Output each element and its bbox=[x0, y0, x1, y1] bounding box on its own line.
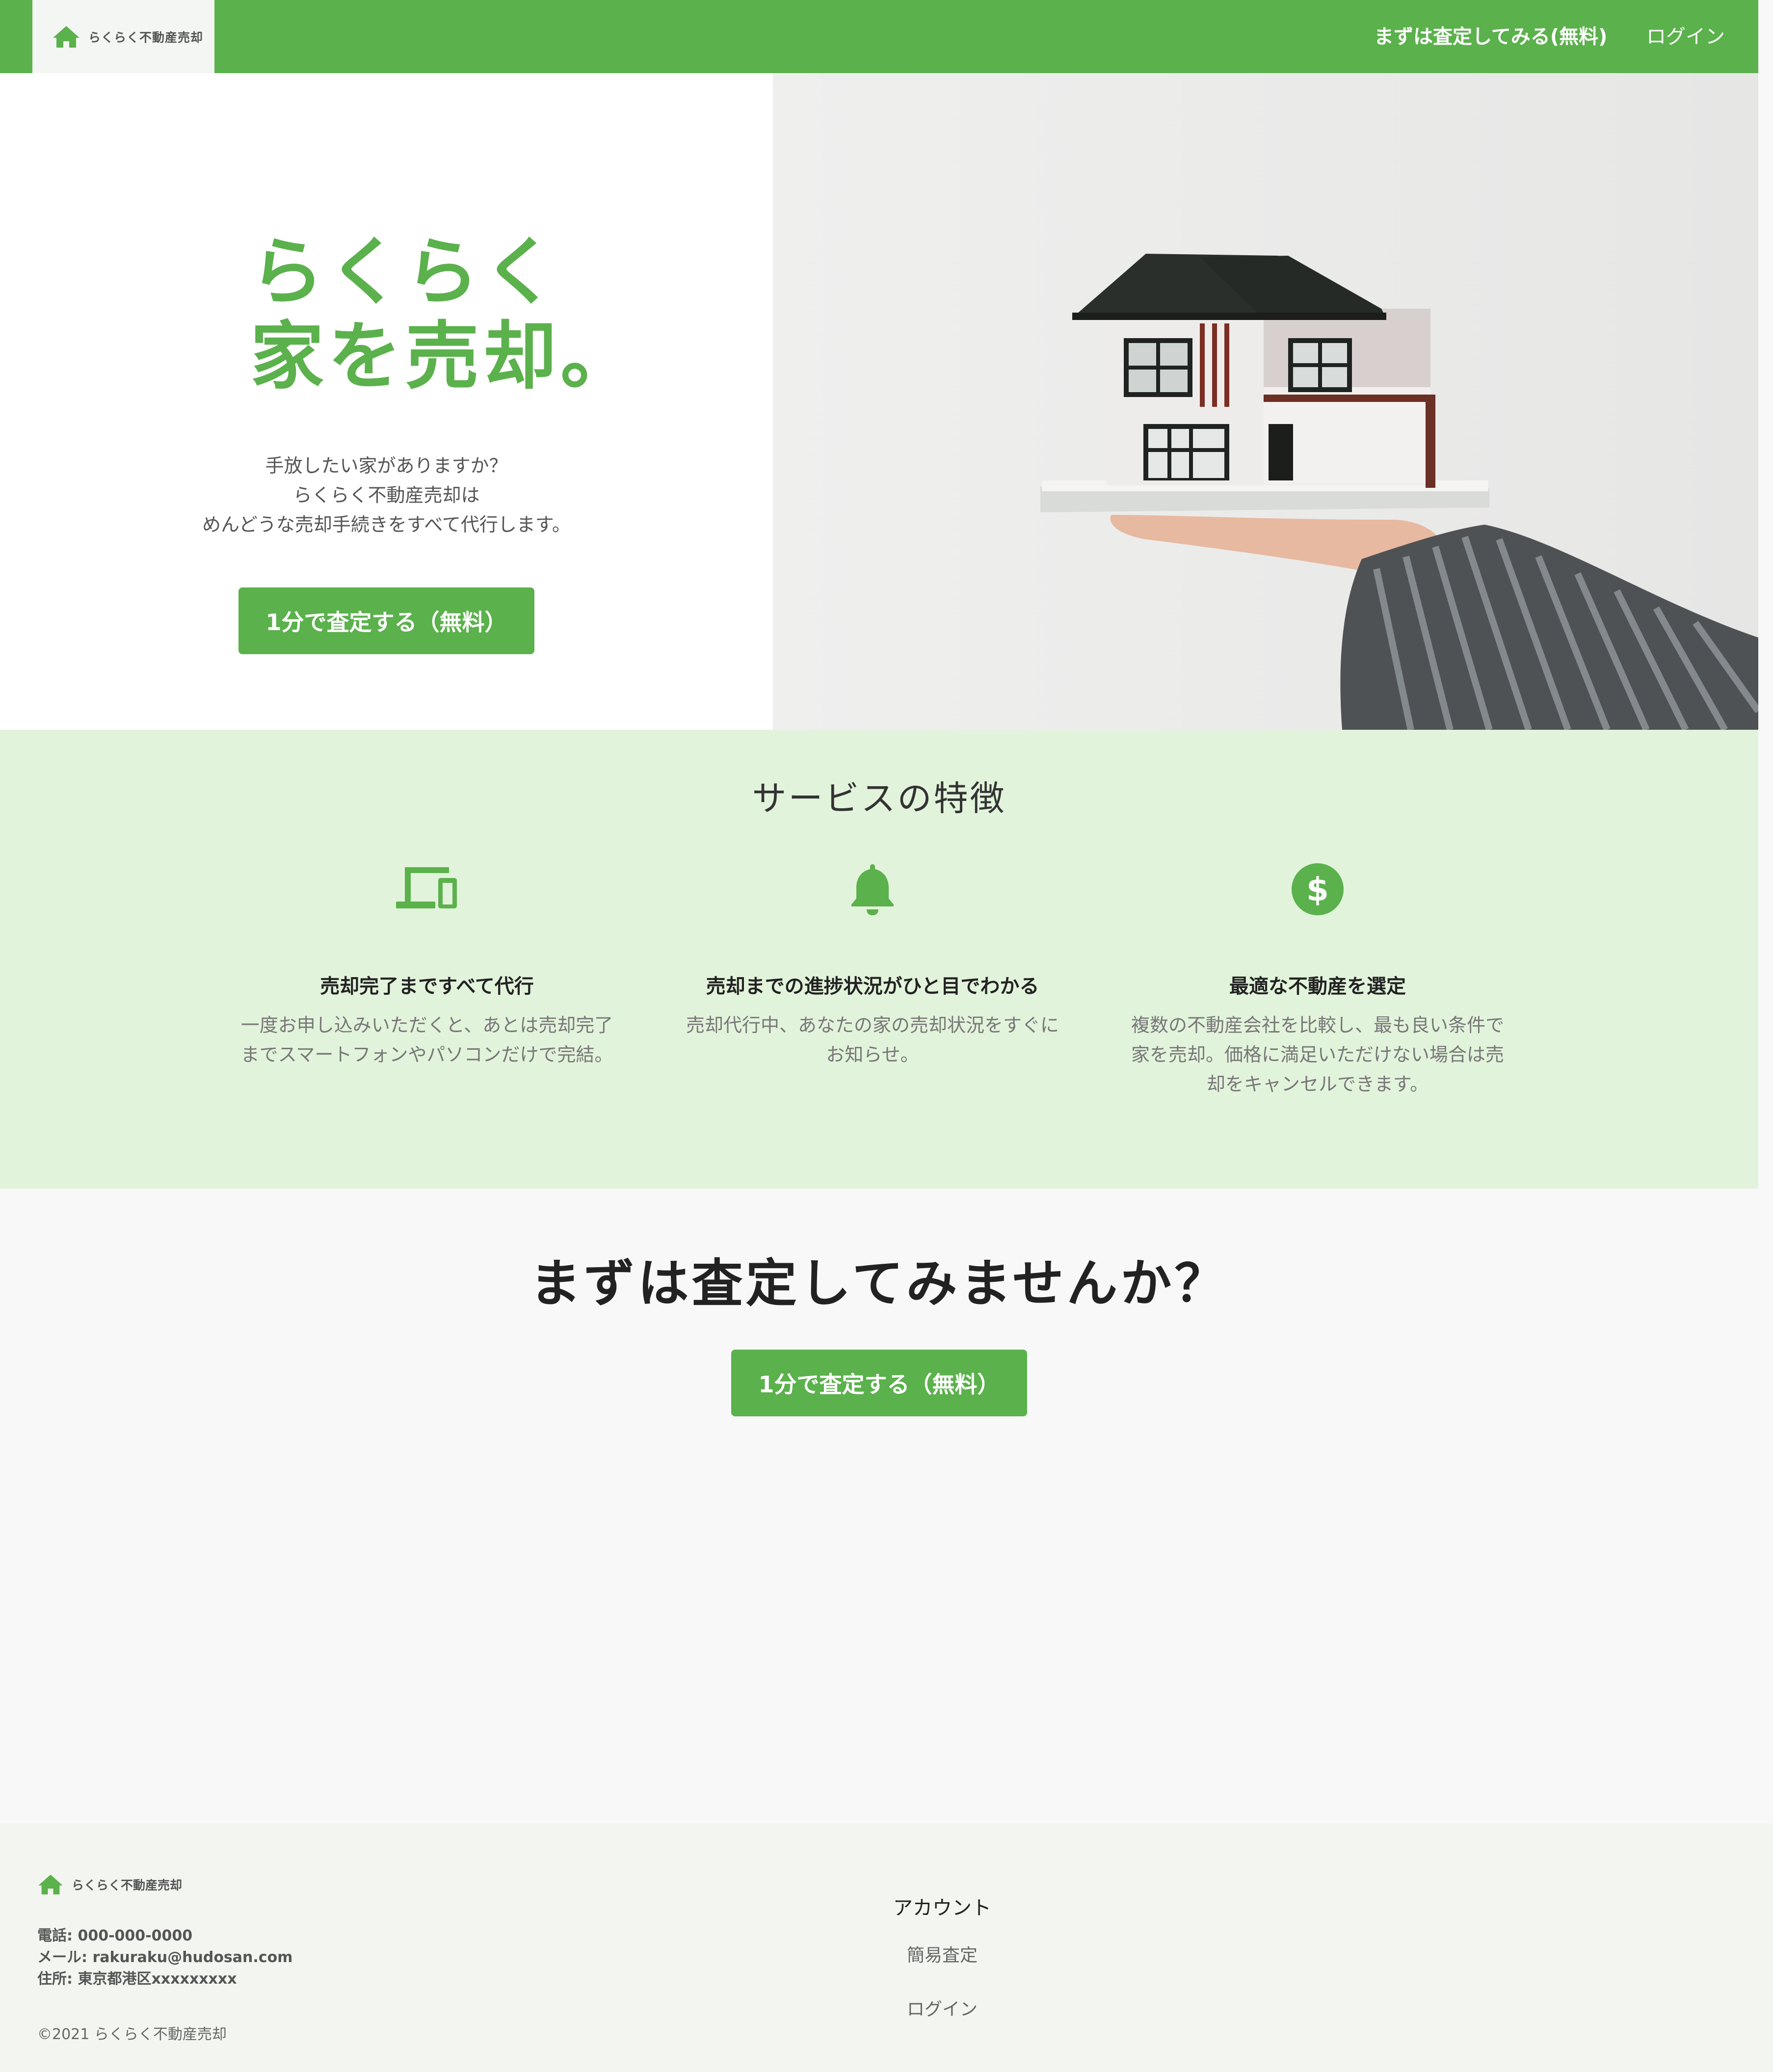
hero-title: らくらく 家を売却。 bbox=[250, 230, 638, 399]
footer-email: メール: rakuraku@hudosan.com bbox=[37, 1949, 293, 1966]
feature-title: 売却までの進捗状況がひと目でわかる bbox=[706, 975, 1039, 998]
hero-desc-line2: らくらく不動産売却は bbox=[293, 484, 480, 506]
hero-appraisal-button[interactable]: 1分で査定する（無料） bbox=[238, 587, 534, 654]
dollar-circle-icon: $ bbox=[1292, 863, 1344, 915]
footer-address: 住所: 東京都港区xxxxxxxxx bbox=[37, 1970, 237, 1988]
footer-logo-text: らくらく不動産売却 bbox=[72, 1878, 183, 1892]
feature-title: 最適な不動産を選定 bbox=[1229, 975, 1406, 998]
footer-account-title: アカウント bbox=[893, 1897, 991, 1919]
feature-item-best-agency: $ 最適な不動産を選定 複数の不動産会社を比較し、最も良い条件で家を売却。価格に… bbox=[1121, 862, 1514, 1099]
feature-description: 一度お申し込みいただくと、あとは売却完了までスマートフォンやパソコンだけで完結。 bbox=[240, 1014, 613, 1065]
feature-title: 売却完了まですべて代行 bbox=[320, 975, 534, 998]
svg-text:$: $ bbox=[1306, 871, 1329, 908]
cta-appraisal-button[interactable]: 1分で査定する（無料） bbox=[731, 1350, 1027, 1416]
house-icon bbox=[53, 26, 79, 48]
header-login-link[interactable]: ログイン bbox=[1646, 21, 1725, 49]
cta-title: まずは査定してみませんか？ bbox=[529, 1253, 1229, 1313]
house-icon bbox=[38, 1874, 63, 1895]
header-logo-text: らくらく不動産売却 bbox=[88, 30, 204, 45]
hero-section: らくらく 家を売却。 手放したい家がありますか？ らくらく不動産売却は めんどう… bbox=[0, 73, 773, 730]
feature-description: 売却代行中、あなたの家の売却状況をすぐにお知らせ。 bbox=[686, 1014, 1059, 1065]
devices-icon bbox=[396, 867, 457, 908]
hero-image bbox=[773, 73, 1758, 730]
cta-section: まずは査定してみませんか？ 1分で査定する（無料） bbox=[0, 1189, 1758, 1823]
footer-link-simple-appraisal[interactable]: 簡易査定 bbox=[834, 1941, 1050, 1966]
hero-title-line2: 家を売却。 bbox=[250, 314, 638, 399]
footer-logo[interactable]: らくらく不動産売却 bbox=[37, 1874, 182, 1895]
feature-item-progress: 売却までの進捗状況がひと目でわかる 売却代行中、あなたの家の売却状況をすぐにお知… bbox=[676, 862, 1069, 1069]
features-section: サービスの特徴 売却完了まですべて代行 一度お申し込みいただくと、あとは売却完了… bbox=[0, 730, 1758, 1189]
header-appraisal-link[interactable]: まずは査定してみる(無料) bbox=[1374, 21, 1607, 49]
footer-contact: 電話: 000-000-0000 メール: rakuraku@hudosan.c… bbox=[37, 1925, 292, 1990]
site-header: らくらく不動産売却 まずは査定してみる(無料) ログイン bbox=[0, 0, 1758, 73]
feature-description: 複数の不動産会社を比較し、最も良い条件で家を売却。価格に満足いただけない場合は売… bbox=[1131, 1014, 1505, 1095]
feature-item-full-service: 売却完了まですべて代行 一度お申し込みいただくと、あとは売却完了までスマートフォ… bbox=[231, 862, 623, 1069]
footer-link-login[interactable]: ログイン bbox=[834, 1995, 1050, 2020]
hero-desc-line1: 手放したい家がありますか？ bbox=[265, 455, 508, 477]
site-footer: らくらく不動産売却 電話: 000-000-0000 メール: rakuraku… bbox=[0, 1823, 1773, 2072]
bell-icon bbox=[851, 864, 894, 915]
house-model-illustration bbox=[1040, 254, 1758, 730]
hero-desc-line3: めんどうな売却手続きをすべて代行します。 bbox=[202, 514, 571, 535]
footer-phone: 電話: 000-000-0000 bbox=[37, 1927, 193, 1944]
footer-account-column: アカウント 簡易査定 ログイン bbox=[834, 1892, 1050, 2020]
footer-copyright: ©2021 らくらく不動産売却 bbox=[37, 2026, 227, 2043]
hero-title-line1: らくらく bbox=[250, 230, 561, 315]
hero-description: 手放したい家がありますか？ らくらく不動産売却は めんどうな売却手続きをすべて代… bbox=[0, 451, 773, 539]
header-logo[interactable]: らくらく不動産売却 bbox=[32, 0, 214, 73]
features-title: サービスの特徴 bbox=[752, 778, 1006, 819]
